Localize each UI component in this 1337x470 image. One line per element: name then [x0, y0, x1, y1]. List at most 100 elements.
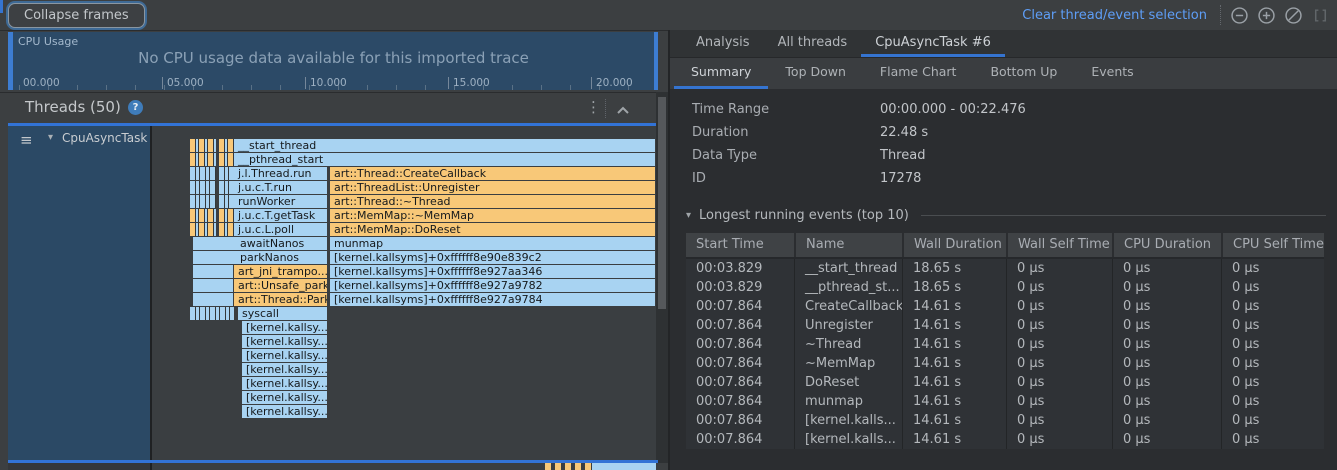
flame-node[interactable]: j.u.c.T.getTask	[234, 209, 327, 222]
flame-node[interactable]	[190, 209, 216, 222]
analysis-subtab-bar: SummaryTop DownFlame ChartBottom UpEvent…	[670, 58, 1337, 89]
flame-node[interactable]	[219, 153, 234, 166]
flame-node[interactable]	[219, 139, 234, 152]
table-cell: 00:07.864	[686, 297, 794, 316]
table-row[interactable]: 00:07.864DoReset14.61 s0 µs0 µs0 µs	[686, 373, 1324, 392]
section-caret-icon[interactable]: ▾	[686, 210, 691, 221]
summary-value: Thread	[880, 144, 925, 167]
zoom-in-icon[interactable]	[1257, 6, 1275, 24]
scrollbar[interactable]	[656, 92, 668, 463]
flame-node[interactable]	[219, 209, 234, 222]
flame-node[interactable]: munmap	[330, 237, 655, 250]
cpu-usage-track[interactable]: CPU Usage No CPU usage data available fo…	[8, 32, 658, 90]
flame-node[interactable]: __pthread_start	[234, 153, 655, 166]
table-header-cell-wall-duration[interactable]: Wall Duration	[902, 233, 1006, 257]
flame-node[interactable]: art::Unsafe_park	[234, 279, 327, 292]
flame-node[interactable]: [kernel.kallsy...	[242, 335, 327, 348]
flame-node[interactable]: art::MemMap::DoReset	[330, 223, 655, 236]
flame-node[interactable]: awaitNanos	[193, 237, 327, 250]
kebab-menu-icon[interactable]: ⋮	[586, 98, 601, 116]
subtab-summary[interactable]: Summary	[674, 58, 768, 89]
flame-node[interactable]: [kernel.kallsy...	[242, 391, 327, 404]
table-row[interactable]: 00:03.829__pthread_st...18.65 s0 µs0 µs0…	[686, 278, 1324, 297]
flame-node[interactable]: [kernel.kallsy...	[242, 363, 327, 376]
summary-label: Duration	[692, 121, 880, 144]
flame-node[interactable]: art_jni_trampo...	[234, 265, 327, 278]
flame-node[interactable]: j.l.Thread.run	[234, 167, 327, 180]
flame-node[interactable]: art::MemMap::~MemMap	[330, 209, 655, 222]
table-row[interactable]: 00:07.864Unregister14.61 s0 µs0 µs0 µs	[686, 316, 1324, 335]
subtab-top-down[interactable]: Top Down	[768, 58, 863, 89]
table-header-cell-wall-self-time[interactable]: Wall Self Time	[1006, 233, 1112, 257]
flame-node[interactable]	[193, 279, 233, 292]
chevron-down-icon[interactable]: ▾	[48, 132, 53, 143]
zoom-out-icon[interactable]	[1230, 6, 1248, 24]
table-cell: 0 µs	[1006, 392, 1112, 411]
flame-node[interactable]: j.u.c.L.poll	[234, 223, 327, 236]
subtab-bottom-up[interactable]: Bottom Up	[973, 58, 1074, 89]
collapse-frames-button[interactable]: Collapse frames	[8, 3, 145, 28]
flame-node[interactable]	[190, 223, 216, 236]
tab-cpuasynctask-6[interactable]: CpuAsyncTask #6	[861, 30, 1005, 57]
flame-node[interactable]: [kernel.kallsyms]+0xffffff8e90e839c2	[330, 251, 655, 264]
next-thread-track-preview[interactable]	[8, 463, 658, 470]
chevron-up-icon[interactable]	[616, 104, 630, 119]
table-header-cell-cpu-duration[interactable]: CPU Duration	[1112, 233, 1221, 257]
table-row[interactable]: 00:07.864~MemMap14.61 s0 µs0 µs0 µs	[686, 354, 1324, 373]
flame-node[interactable]: runWorker	[234, 195, 327, 208]
reset-zoom-icon[interactable]	[1284, 6, 1302, 24]
subtab-flame-chart[interactable]: Flame Chart	[863, 58, 974, 89]
flame-node[interactable]: [kernel.kallsy...	[242, 349, 327, 362]
flame-node[interactable]: parkNanos	[193, 251, 327, 264]
help-icon[interactable]: ?	[128, 100, 143, 115]
flame-node[interactable]: [kernel.kallsyms]+0xffffff8e927aa346	[330, 265, 655, 278]
summary-row: ID17278	[692, 167, 1312, 190]
flame-node[interactable]: art::ThreadList::Unregister	[330, 181, 655, 194]
table-header-cell-start-time[interactable]: Start Time	[686, 233, 794, 257]
flame-node[interactable]: art::Thread::Park	[234, 293, 327, 306]
table-header-cell-cpu-self-time[interactable]: CPU Self Time	[1221, 233, 1324, 257]
flame-node[interactable]: j.u.c.T.run	[234, 181, 327, 194]
flame-node[interactable]	[219, 223, 234, 236]
table-row[interactable]: 00:07.864[kernel.kalls...14.61 s0 µs0 µs…	[686, 411, 1324, 430]
table-cell: 0 µs	[1112, 297, 1221, 316]
tab-all-threads[interactable]: All threads	[764, 30, 862, 57]
flame-node[interactable]	[190, 181, 216, 194]
flame-node[interactable]: [kernel.kallsyms]+0xffffff8e927a9784	[330, 293, 655, 306]
flame-node[interactable]: art::Thread::CreateCallback	[330, 167, 655, 180]
flame-node[interactable]: syscall	[238, 307, 327, 320]
table-row[interactable]: 00:07.864~Thread14.61 s0 µs0 µs0 µs	[686, 335, 1324, 354]
flame-node[interactable]: [kernel.kallsy...	[242, 405, 327, 418]
table-cell: 00:07.864	[686, 354, 794, 373]
flame-node[interactable]: [kernel.kallsyms]+0xffffff8e927a9782	[330, 279, 655, 292]
table-row[interactable]: 00:07.864munmap14.61 s0 µs0 µs0 µs	[686, 392, 1324, 411]
flame-node[interactable]: __start_thread	[234, 139, 655, 152]
flame-node[interactable]: [kernel.kallsy...	[242, 321, 327, 334]
flame-node[interactable]	[219, 167, 234, 180]
thread-name-cell[interactable]: ≡ ▾ CpuAsyncTask #6	[8, 126, 152, 460]
flame-node[interactable]	[193, 293, 233, 306]
table-header-cell-name[interactable]: Name	[794, 233, 902, 257]
table-row[interactable]: 00:07.864[kernel.kalls...14.61 s0 µs0 µs…	[686, 430, 1324, 449]
threads-section-header[interactable]: Threads (50) ? ⋮	[0, 92, 668, 123]
flame-node[interactable]: [kernel.kallsy...	[242, 377, 327, 390]
table-cell: 18.65 s	[902, 278, 1006, 297]
subtab-events[interactable]: Events	[1074, 58, 1150, 89]
flame-node[interactable]	[190, 153, 216, 166]
table-row[interactable]: 00:03.829__start_thread18.65 s0 µs0 µs0 …	[686, 259, 1324, 278]
flame-node[interactable]	[219, 181, 234, 194]
tab-analysis[interactable]: Analysis	[682, 30, 764, 57]
table-row[interactable]: 00:07.864CreateCallback14.61 s0 µs0 µs0 …	[686, 297, 1324, 316]
drag-handle-icon[interactable]: ≡	[20, 131, 33, 149]
flame-node[interactable]	[190, 167, 216, 180]
next-track-flame-fragment	[592, 463, 656, 470]
flame-node[interactable]	[190, 139, 216, 152]
flame-node[interactable]	[190, 307, 234, 320]
flame-node[interactable]	[219, 195, 234, 208]
clear-selection-link[interactable]: Clear thread/event selection	[1022, 8, 1207, 23]
flame-node[interactable]	[193, 265, 233, 278]
table-cell: 0 µs	[1006, 259, 1112, 278]
flame-node[interactable]	[190, 195, 216, 208]
flame-node[interactable]: art::Thread::~Thread	[330, 195, 655, 208]
scrollbar-thumb[interactable]	[658, 97, 666, 309]
